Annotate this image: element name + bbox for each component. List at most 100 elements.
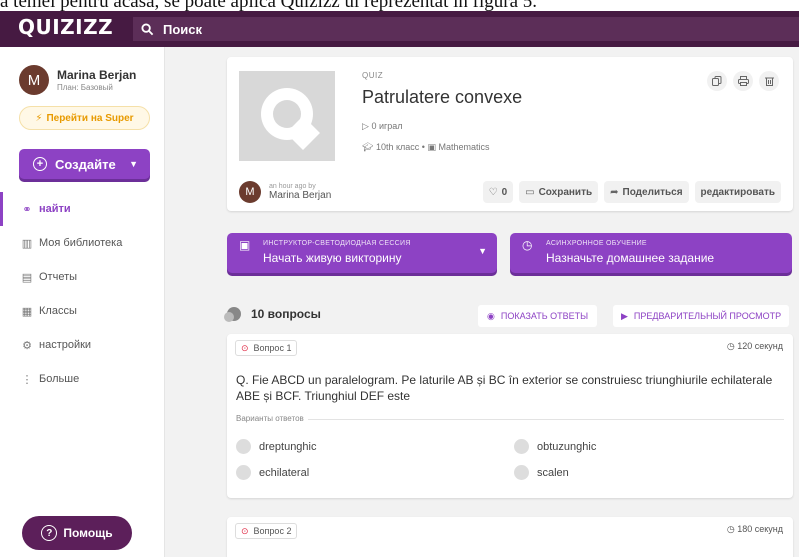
question-badge-label: Вопрос 2	[253, 526, 292, 536]
caret-down-icon[interactable]: ▼	[478, 246, 487, 256]
create-label: Создайте	[55, 156, 116, 172]
answer-option-label: obtuzunghic	[537, 440, 597, 453]
sidebar-item-reports[interactable]: ▤ Отчеты	[0, 260, 165, 294]
play-icon: ▶	[621, 310, 628, 321]
quiz-thumbnail	[239, 71, 335, 161]
save-label: Сохранить	[538, 186, 593, 198]
caret-down-icon: ▼	[129, 159, 138, 169]
author-name: Marina Berjan	[269, 190, 332, 201]
live-session-sublabel: ИНСТРУКТОР-СВЕТОДИОДНАЯ СЕССИЯ	[263, 240, 411, 247]
assign-homework-button[interactable]: ◷ АСИНХРОННОЕ ОБУЧЕНИЕ Назначьте домашне…	[510, 233, 792, 273]
clock-icon: ◷	[726, 341, 735, 351]
more-icon: ⋮	[21, 373, 33, 386]
eye-icon: ◉	[487, 310, 495, 321]
edit-label: редактировать	[700, 186, 775, 198]
sidebar-item-classes[interactable]: ▦ Классы	[0, 294, 165, 328]
question-time-label: 120 секунд	[737, 341, 783, 351]
grade-label: 10th класс	[375, 142, 420, 152]
print-icon[interactable]	[733, 71, 753, 91]
sidebar-item-label: найти	[39, 203, 71, 215]
clock-icon: ◷	[522, 238, 533, 252]
quizizz-logo[interactable]: QUIZIZZ	[18, 15, 113, 39]
homework-sublabel: АСИНХРОННОЕ ОБУЧЕНИЕ	[546, 240, 647, 247]
question-time-label: 180 секунд	[737, 524, 783, 534]
author-avatar[interactable]: M	[239, 181, 261, 203]
user-profile[interactable]: M Marina Berjan План: Базовый	[19, 65, 136, 95]
upgrade-super-label: Перейти на Super	[46, 112, 134, 124]
target-icon: ⊙	[241, 525, 249, 536]
question-time: ◷ 120 секунд	[727, 341, 783, 352]
like-count: 0	[501, 186, 508, 198]
quiz-meta: 🎓︎ 10th класс • ▣ Mathematics	[362, 142, 490, 152]
sidebar-item-library[interactable]: ▥ Моя библиотека	[0, 226, 165, 260]
copy-icon[interactable]	[707, 71, 727, 91]
like-button[interactable]: ♡ 0	[482, 181, 514, 203]
answer-options-divider: Варианты ответов	[236, 414, 784, 424]
option-circle-icon	[514, 439, 529, 454]
top-header: QUIZIZZ Поиск	[0, 11, 799, 47]
create-button[interactable]: + Создайте ▼	[19, 149, 150, 179]
help-button[interactable]: ? Помощь	[22, 516, 132, 550]
play-icon: ▷	[362, 121, 369, 131]
graduation-cap-icon: 🎓︎	[362, 142, 374, 152]
search-bar[interactable]: Поиск	[133, 17, 799, 41]
share-label: Поделиться	[622, 186, 683, 198]
show-answers-button[interactable]: ◉ ПОКАЗАТЬ ОТВЕТЫ	[478, 305, 598, 327]
save-button[interactable]: ▭ Сохранить	[519, 181, 599, 203]
subject-label: Mathematics	[438, 142, 490, 152]
sidebar-item-label: Отчеты	[39, 271, 78, 283]
edit-button[interactable]: редактировать	[694, 181, 781, 203]
sidebar-item-label: Больше	[39, 373, 80, 385]
binoculars-icon: ⚭	[22, 203, 32, 216]
answer-option-label: scalen	[537, 466, 569, 479]
quiz-card-actions	[707, 71, 779, 91]
sidebar-item-find[interactable]: ⚭ найти	[0, 192, 165, 226]
reports-icon: ▤	[21, 271, 33, 284]
question-icon: ?	[41, 525, 58, 541]
quiz-author: M an hour ago by Marina Berjan	[239, 181, 331, 203]
quiz-action-row: ♡ 0 ▭ Сохранить ➦ Поделиться редактирова…	[482, 181, 781, 203]
sidebar-item-label: Моя библиотека	[39, 237, 123, 249]
lightning-icon: ⚡	[35, 112, 43, 124]
quiz-placeholder-icon	[261, 88, 320, 150]
homework-label: Назначьте домашнее задание	[546, 251, 715, 265]
share-button[interactable]: ➦ Поделиться	[604, 181, 689, 203]
answer-option-label: dreptunghic	[259, 440, 317, 453]
question-badge-label: Вопрос 1	[253, 343, 292, 353]
option-circle-icon	[236, 465, 251, 480]
folder-icon: ▭	[525, 186, 535, 198]
live-session-label: Начать живую викторину	[263, 251, 402, 265]
quiz-title: Patrulatere convexe	[362, 87, 523, 107]
document-text-fragment: a temei pentru acasa, se poate aplica Qu…	[0, 0, 538, 11]
answer-options-label: Варианты ответов	[236, 414, 308, 423]
questions-icon	[224, 307, 241, 322]
presentation-icon: ▣	[239, 238, 251, 252]
library-icon: ▥	[21, 237, 33, 250]
clock-icon: ◷	[726, 524, 735, 534]
upgrade-super-button[interactable]: ⚡ Перейти на Super	[19, 106, 150, 130]
sidebar-item-settings[interactable]: ⚙ настройки	[0, 328, 165, 362]
avatar[interactable]: M	[19, 65, 49, 95]
settings-icon: ⚙	[22, 339, 32, 352]
answer-option-label: echilateral	[259, 466, 310, 479]
question-badge: ⊙ Вопрос 2	[235, 523, 298, 539]
share-icon: ➦	[610, 186, 619, 198]
question-card: ⊙ Вопрос 1 ◷ 120 секунд Q. Fie ABCD un p…	[227, 334, 793, 498]
played-label: 0 играл	[371, 121, 403, 131]
quiz-type-label: QUIZ	[362, 71, 384, 80]
user-plan: План: Базовый	[57, 83, 113, 92]
preview-button[interactable]: ▶ ПРЕДВАРИТЕЛЬНЫЙ ПРОСМОТР	[613, 305, 790, 327]
question-time: ◷ 180 секунд	[727, 524, 783, 535]
question-text: Q. Fie ABCD un paralelogram. Pe laturile…	[236, 373, 773, 403]
start-live-quiz-button[interactable]: ▣ ИНСТРУКТОР-СВЕТОДИОДНАЯ СЕССИЯ Начать …	[227, 233, 497, 273]
heart-icon: ♡	[488, 186, 498, 198]
search-input[interactable]: Поиск	[163, 22, 202, 37]
questions-header: 10 вопросы ◉ ПОКАЗАТЬ ОТВЕТЫ ▶ ПРЕДВАРИТ…	[224, 305, 793, 327]
trash-icon[interactable]	[759, 71, 779, 91]
sidebar-item-label: настройки	[39, 339, 92, 351]
question-badge: ⊙ Вопрос 1	[235, 340, 298, 356]
sidebar-item-label: Классы	[39, 305, 77, 317]
sidebar-item-more[interactable]: ⋮ Больше	[0, 362, 165, 396]
subject-icon: ▣	[427, 142, 436, 152]
answer-option: dreptunghic	[236, 439, 317, 454]
